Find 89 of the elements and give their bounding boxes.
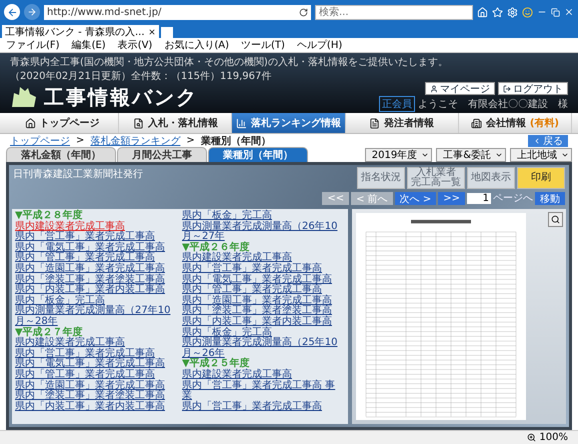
page-suffix-text: ページへ <box>493 192 533 205</box>
report-link[interactable]: 県内建設業者完成工事高 <box>182 370 345 380</box>
report-link[interactable]: 県内「営工事」業者完成工事高 事業 <box>182 380 345 402</box>
page-tab[interactable]: 業種別（年間） <box>208 147 308 162</box>
restore-icon[interactable] <box>551 8 560 16</box>
report-link[interactable]: 県内「内装工事」業者内装工事高 <box>15 285 178 296</box>
breadcrumb-separator: > <box>76 135 84 146</box>
smiley-icon[interactable] <box>522 6 533 18</box>
current-page-text: 業種別（年間） <box>200 134 271 148</box>
site-logo: 工事情報バンク <box>44 84 198 110</box>
logout-icon <box>503 84 511 92</box>
report-link[interactable]: 県内「内装工事」業者内装工事高 <box>15 402 178 412</box>
update-text: （2020年02月21日更新）全件数：（115件）119,967件 <box>10 70 272 83</box>
bar-chart-icon <box>236 118 247 128</box>
menu-item[interactable]: お気に入り(A) <box>164 38 229 52</box>
document-icon <box>369 118 380 128</box>
page-number-field[interactable]: 1 <box>467 192 491 204</box>
report-link[interactable]: 県内「板金」完工高 <box>15 296 178 306</box>
publisher-text: 日刊青森建設工業新聞社発行 <box>13 168 143 182</box>
arrow-right-icon <box>27 7 37 17</box>
report-link[interactable]: 県内「営工事」業者完成工事高 <box>15 348 178 360</box>
new-tab-button[interactable] <box>160 27 173 38</box>
magnifier-document-icon <box>132 118 144 128</box>
nav-tab[interactable]: 発注者情報 <box>346 113 459 133</box>
user-icon <box>430 84 438 92</box>
welcome-text: ようこそ 有限会社〇〇建設 様 <box>418 98 568 111</box>
menu-item[interactable]: 表示(V) <box>118 38 152 52</box>
menu-item[interactable]: ファイル(F) <box>6 38 60 52</box>
page-tab[interactable]: 落札金額（年間） <box>6 147 116 162</box>
page-tab[interactable]: 月間公共工事 <box>117 147 207 162</box>
report-link[interactable]: 県内「営工事」業者完成工事高 <box>182 264 345 275</box>
zoom-level-text[interactable]: 100% <box>539 432 568 443</box>
building-icon <box>470 118 482 128</box>
report-link[interactable]: 県内「塗装工事」業者塗装工事高 <box>15 274 178 286</box>
report-link[interactable]: 県内「管工事」業者完成工事高 <box>15 370 178 380</box>
browser-tab[interactable]: 工事情報バンク - 青森県の入... <box>2 25 159 38</box>
report-link[interactable]: 県内建設業者完成工事高 <box>182 253 345 264</box>
home-icon[interactable] <box>477 6 488 18</box>
breadcrumb-separator: > <box>186 135 195 146</box>
logout-button[interactable]: ログアウト <box>498 82 568 95</box>
report-link[interactable]: 県内「電気工事」業者完成工事高 <box>15 242 178 254</box>
menu-item[interactable]: ヘルプ(H) <box>296 38 342 52</box>
report-link[interactable]: 県内「営工事」業者完成工事高 <box>182 402 345 412</box>
back-button[interactable] <box>4 4 20 20</box>
report-link[interactable]: 県内「造園工事」業者完成工事高 <box>15 264 178 275</box>
report-link[interactable]: 県内「造園工事」業者完成工事高 <box>182 296 345 306</box>
zoom-icon <box>527 433 536 442</box>
star-icon[interactable] <box>492 6 503 18</box>
pager-button[interactable]: 次へ > <box>394 192 436 204</box>
filter-dropdown[interactable]: 上北地域 <box>510 148 572 162</box>
report-link[interactable]: 県内「板金」完工高 <box>182 211 345 222</box>
pager-button[interactable]: >> <box>438 192 465 204</box>
breadcrumb-link[interactable]: 落札金額ランキング <box>90 134 180 148</box>
report-link[interactable]: 県内「管工事」業者完成工事高 <box>15 253 178 264</box>
refresh-icon[interactable] <box>299 8 308 16</box>
report-link[interactable]: 県内建設業者完成工事高 <box>15 338 178 349</box>
notice-text: 青森県内全工事(国の機関・地方公共団体・その他の機関)の入札・落札情報をご提供いたします。 <box>10 56 448 69</box>
report-link[interactable]: 県内「板金」完工高 <box>182 328 345 338</box>
report-link[interactable]: 県内「塗装工事」業者塗装工事高 <box>182 306 345 317</box>
address-field[interactable]: http://www.md-snet.jp/ <box>44 4 311 20</box>
forward-button[interactable] <box>24 4 40 20</box>
report-link[interactable]: 県内「造園工事」業者完成工事高 <box>15 380 178 392</box>
go-button[interactable]: 移動 <box>535 192 565 204</box>
print-button[interactable]: 印刷 <box>517 167 565 189</box>
report-link[interactable]: 県内「電気工事」業者完成工事高 <box>15 359 178 370</box>
report-link[interactable]: 県内「内装工事」業者内装工事高 <box>182 316 345 328</box>
arrow-left-icon <box>6 6 18 18</box>
nav-tab[interactable]: 落札ランキング情報 <box>232 113 346 133</box>
menu-item[interactable]: ツール(T) <box>241 38 285 52</box>
report-link[interactable]: 県内「営工事」業者完成工事高 <box>15 232 178 243</box>
mypage-button[interactable]: マイページ <box>425 82 495 95</box>
house-icon <box>24 118 36 128</box>
back-link-button[interactable]: 戻る <box>528 134 568 146</box>
settings-icon[interactable] <box>507 6 518 18</box>
chevron-left-icon <box>533 136 541 144</box>
close-icon[interactable] <box>148 28 156 36</box>
report-link[interactable]: 県内「電気工事」業者完成工事高 <box>182 274 345 286</box>
breadcrumb-link[interactable]: トップページ <box>10 134 70 148</box>
menu-item[interactable]: 編集(E) <box>72 38 106 52</box>
nav-tab[interactable]: 会社情報 (有料) <box>458 113 572 133</box>
report-link[interactable]: 県内「管工事」業者完成工事高 <box>182 285 345 296</box>
zoom-icon[interactable] <box>548 212 563 227</box>
map-logo-icon <box>10 85 38 109</box>
member-badge: 正会員 <box>379 96 415 112</box>
search-field[interactable]: 検索... <box>315 4 473 20</box>
nav-tab[interactable]: トップページ <box>6 113 120 133</box>
report-link[interactable]: 県内「塗装工事」業者塗装工事高 <box>15 391 178 402</box>
filter-dropdown[interactable]: 工事&委託 <box>436 148 506 162</box>
filter-dropdown[interactable]: 2019年度 <box>364 148 432 162</box>
